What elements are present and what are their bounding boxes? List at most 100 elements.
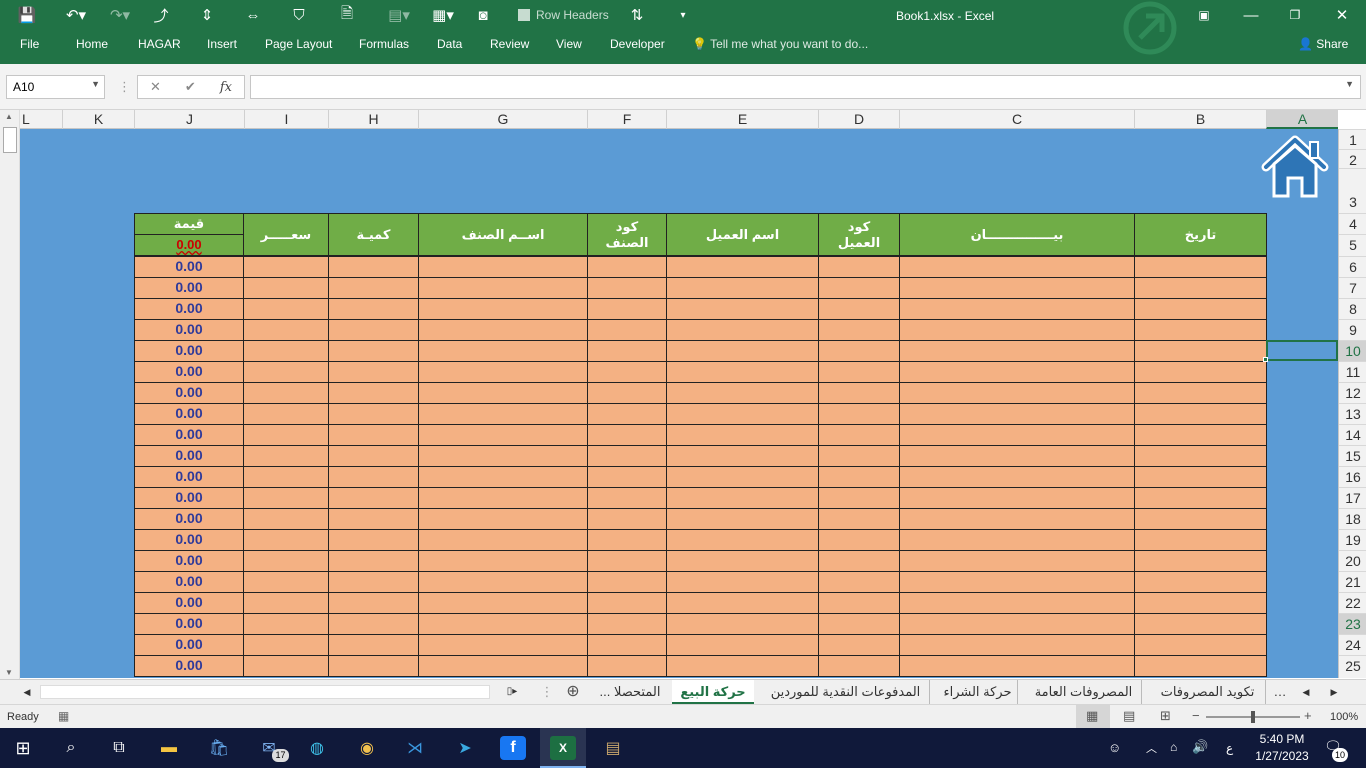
table-cell[interactable]: [418, 445, 588, 467]
row-header[interactable]: 14: [1339, 424, 1366, 445]
table-cell[interactable]: [818, 592, 900, 614]
table-cell[interactable]: [328, 424, 419, 446]
table-cell[interactable]: [418, 571, 588, 593]
table-cell[interactable]: [1134, 508, 1267, 530]
table-cell[interactable]: [899, 340, 1135, 362]
task-view-icon[interactable]: ⧉: [106, 736, 132, 760]
table-cell[interactable]: [818, 298, 900, 320]
value-cell[interactable]: 0.00: [134, 319, 244, 341]
row-header[interactable]: 7: [1339, 277, 1366, 298]
table-cell[interactable]: [587, 529, 667, 551]
table-cell[interactable]: [666, 319, 819, 341]
value-cell[interactable]: 0.00: [134, 613, 244, 635]
row-header[interactable]: 21: [1339, 571, 1366, 592]
store-icon[interactable]: 🛍: [206, 736, 232, 760]
tab-developer[interactable]: Developer: [610, 37, 665, 51]
zoom-level[interactable]: 100%: [1330, 711, 1358, 723]
header-item-code[interactable]: كود الصنف: [587, 213, 667, 256]
table-cell[interactable]: [899, 277, 1135, 299]
table-cell[interactable]: [328, 571, 419, 593]
row-header[interactable]: 5: [1339, 234, 1366, 256]
table-cell[interactable]: [418, 319, 588, 341]
sheet-tab[interactable]: المدفوعات النقدية للموردين: [762, 680, 930, 704]
table-cell[interactable]: [666, 508, 819, 530]
table-cell[interactable]: [418, 403, 588, 425]
table-cell[interactable]: [666, 613, 819, 635]
table-cell[interactable]: [418, 340, 588, 362]
tab-view[interactable]: View: [556, 37, 582, 51]
column-header[interactable]: B: [1134, 110, 1266, 129]
table-cell[interactable]: [328, 529, 419, 551]
table-cell[interactable]: [418, 487, 588, 509]
table-cell[interactable]: [328, 613, 419, 635]
column-header-selected[interactable]: A: [1266, 110, 1338, 129]
table-cell[interactable]: [243, 592, 329, 614]
hscroll-left-icon[interactable]: ◀: [18, 680, 36, 704]
table-cell[interactable]: [899, 256, 1135, 278]
redo-icon[interactable]: ↷▾: [104, 4, 136, 26]
table-cell[interactable]: [818, 634, 900, 656]
next-sheet-icon[interactable]: ▶: [1326, 680, 1342, 704]
calculator-icon[interactable]: ▦▾: [428, 4, 458, 26]
value-cell[interactable]: 0.00: [134, 529, 244, 551]
table-cell[interactable]: [818, 403, 900, 425]
row-header[interactable]: 3: [1339, 168, 1366, 213]
undo-icon[interactable]: ↶▾: [58, 4, 94, 26]
value-cell[interactable]: 0.00: [134, 256, 244, 278]
tray-chevron-icon[interactable]: ︿: [1146, 740, 1157, 756]
table-cell[interactable]: [587, 550, 667, 572]
chrome-icon[interactable]: ◉: [354, 736, 380, 760]
table-cell[interactable]: [666, 592, 819, 614]
table-cell[interactable]: [666, 655, 819, 677]
row-header[interactable]: 9: [1339, 319, 1366, 340]
table-cell[interactable]: [418, 298, 588, 320]
table-cell[interactable]: [587, 592, 667, 614]
value-cell[interactable]: 0.00: [134, 592, 244, 614]
table-cell[interactable]: [899, 634, 1135, 656]
table-cell[interactable]: [587, 571, 667, 593]
archive-icon[interactable]: ▤: [600, 736, 626, 760]
macro-record-icon[interactable]: ▦: [58, 709, 69, 723]
row-header[interactable]: 15: [1339, 445, 1366, 466]
column-header[interactable]: E: [666, 110, 818, 129]
sheet-grid[interactable]: قيمة 0.00 سعـــــر كميـة اســم الصنف كود…: [20, 129, 1338, 678]
cancel-icon[interactable]: ✕: [150, 79, 161, 95]
name-box[interactable]: A10 ▼: [6, 75, 105, 99]
table-cell[interactable]: [587, 256, 667, 278]
column-header[interactable]: G: [418, 110, 587, 129]
table-cell[interactable]: [899, 298, 1135, 320]
horizontal-scrollbar[interactable]: [40, 685, 490, 699]
table-cell[interactable]: [818, 424, 900, 446]
table-cell[interactable]: [328, 298, 419, 320]
table-cell[interactable]: [818, 508, 900, 530]
table-cell[interactable]: [243, 382, 329, 404]
table-cell[interactable]: [243, 487, 329, 509]
sort-icon[interactable]: ⇅: [626, 4, 648, 26]
table-cell[interactable]: [587, 655, 667, 677]
table-cell[interactable]: [587, 634, 667, 656]
hscroll-right-icon[interactable]: ▯▸: [497, 680, 527, 704]
tab-hagar[interactable]: HAGAR: [138, 37, 181, 51]
clock-date[interactable]: 1/27/2023: [1252, 749, 1312, 763]
table-cell[interactable]: [418, 424, 588, 446]
scroll-up-icon[interactable]: ▲: [5, 112, 13, 121]
table-cell[interactable]: [418, 361, 588, 383]
filter-icon[interactable]: ⛉: [288, 4, 310, 26]
table-cell[interactable]: [666, 445, 819, 467]
row-header[interactable]: 19: [1339, 529, 1366, 550]
tab-data[interactable]: Data: [437, 37, 462, 51]
value-cell[interactable]: 0.00: [134, 466, 244, 488]
page-break-view-icon[interactable]: ⊞: [1160, 708, 1171, 724]
table-cell[interactable]: [243, 613, 329, 635]
table-cell[interactable]: [328, 319, 419, 341]
zoom-out-icon[interactable]: −: [1192, 708, 1200, 723]
row-header[interactable]: 23: [1339, 613, 1366, 634]
network-icon[interactable]: ⌂: [1170, 740, 1177, 754]
table-cell[interactable]: [243, 298, 329, 320]
table-cell[interactable]: [418, 508, 588, 530]
macro-icon[interactable]: ⤴: [148, 4, 174, 26]
zoom-slider-thumb[interactable]: [1251, 711, 1255, 723]
clock-time[interactable]: 5:40 PM: [1258, 732, 1306, 746]
table-cell[interactable]: [899, 361, 1135, 383]
table-cell[interactable]: [243, 445, 329, 467]
